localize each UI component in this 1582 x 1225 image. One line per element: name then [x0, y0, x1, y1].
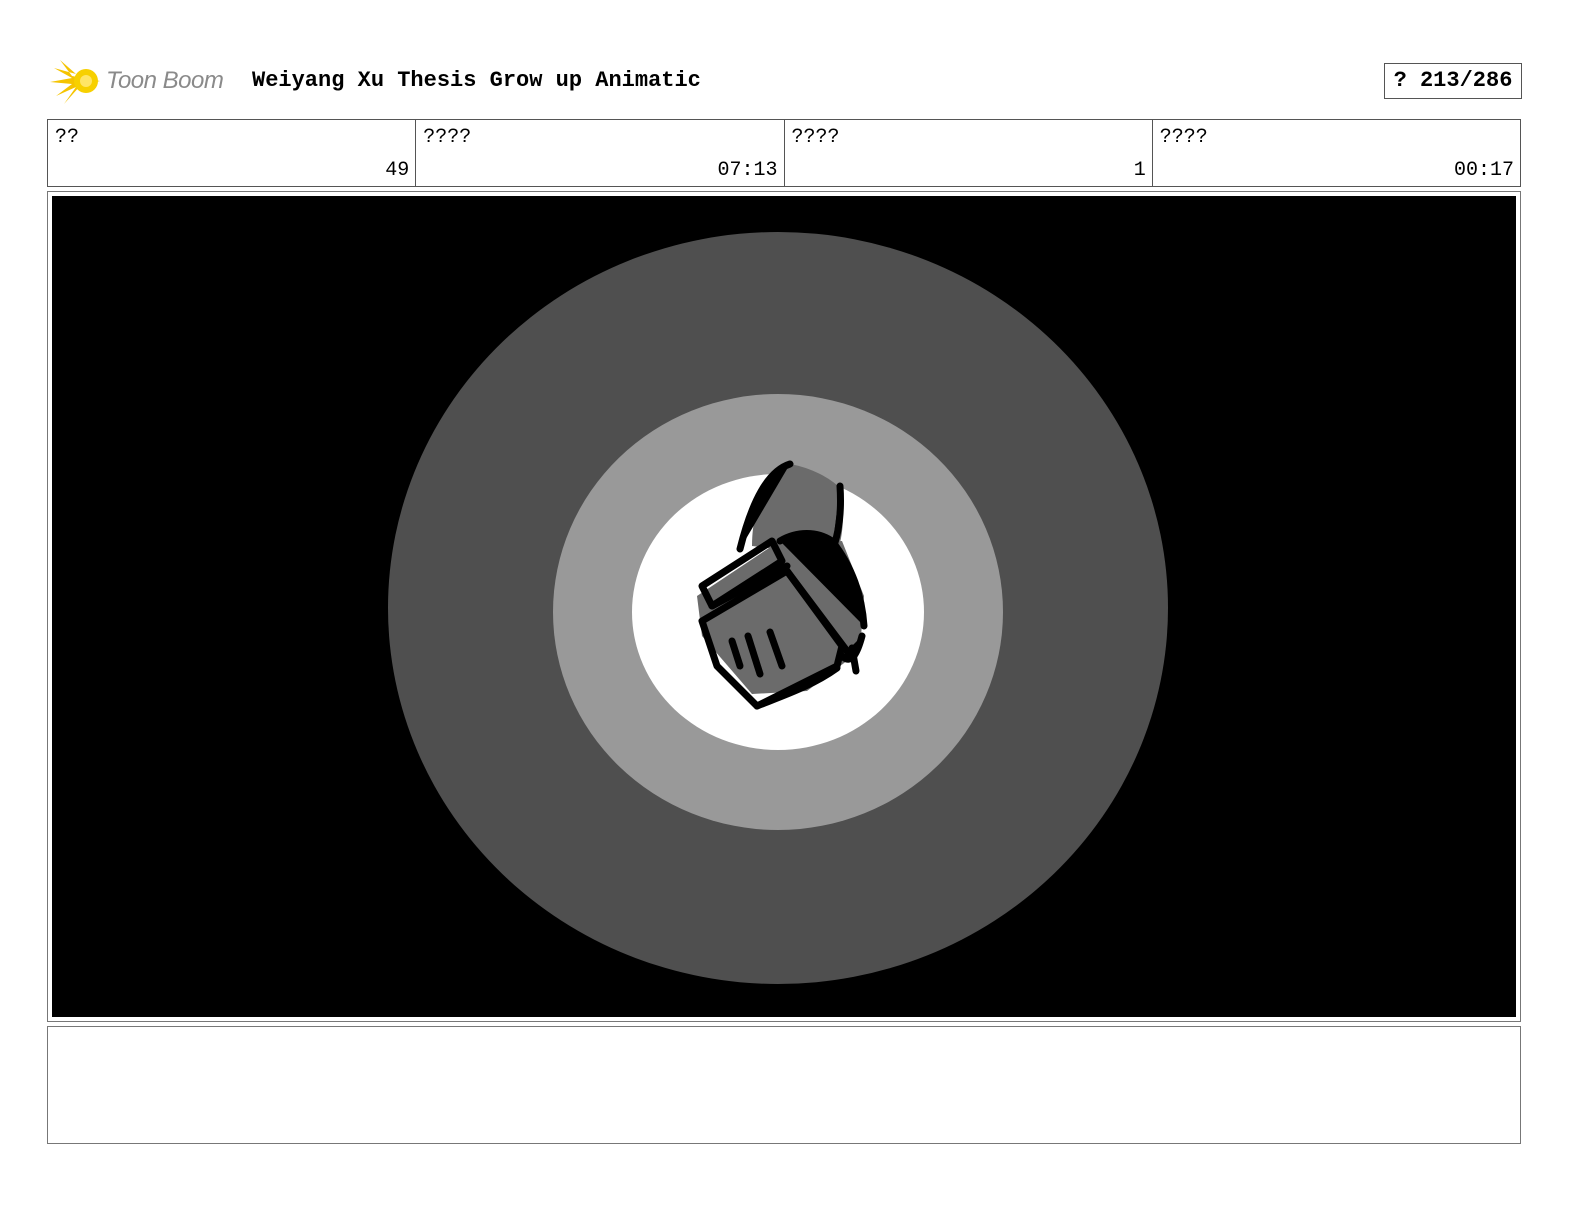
info-cell-duration: ???? 00:17 [1153, 120, 1520, 186]
info-value: 00:17 [1453, 159, 1514, 182]
starburst-icon [50, 60, 100, 104]
info-cell-scene: ?? 49 [48, 120, 417, 186]
panel-notes-box [47, 1026, 1521, 1144]
logo-text: Toon Boom [106, 67, 224, 94]
storyboard-header: Toon Boom Weiyang Xu Thesis Grow up Anim… [48, 56, 1522, 106]
page-indicator: ? 213/286 [1384, 63, 1522, 99]
info-value: 07:13 [717, 159, 778, 182]
info-label: ?? [55, 126, 80, 149]
info-value: 1 [1133, 159, 1146, 182]
storyboard-panel-image [52, 196, 1516, 1017]
info-label: ???? [423, 126, 472, 149]
info-cell-panel: ???? 1 [785, 120, 1153, 186]
info-label: ???? [1159, 126, 1208, 149]
panel-info-table: ?? 49 ???? 07:13 ???? 1 ???? 00:17 [47, 119, 1521, 187]
info-label: ???? [791, 126, 840, 149]
toon-boom-logo: Toon Boom [50, 56, 224, 106]
project-title: Weiyang Xu Thesis Grow up Animatic [252, 68, 701, 93]
info-cell-timecode: ???? 07:13 [416, 120, 785, 186]
storyboard-panel-frame [47, 191, 1521, 1022]
info-value: 49 [385, 159, 410, 182]
panel-drawing [52, 196, 1516, 1017]
